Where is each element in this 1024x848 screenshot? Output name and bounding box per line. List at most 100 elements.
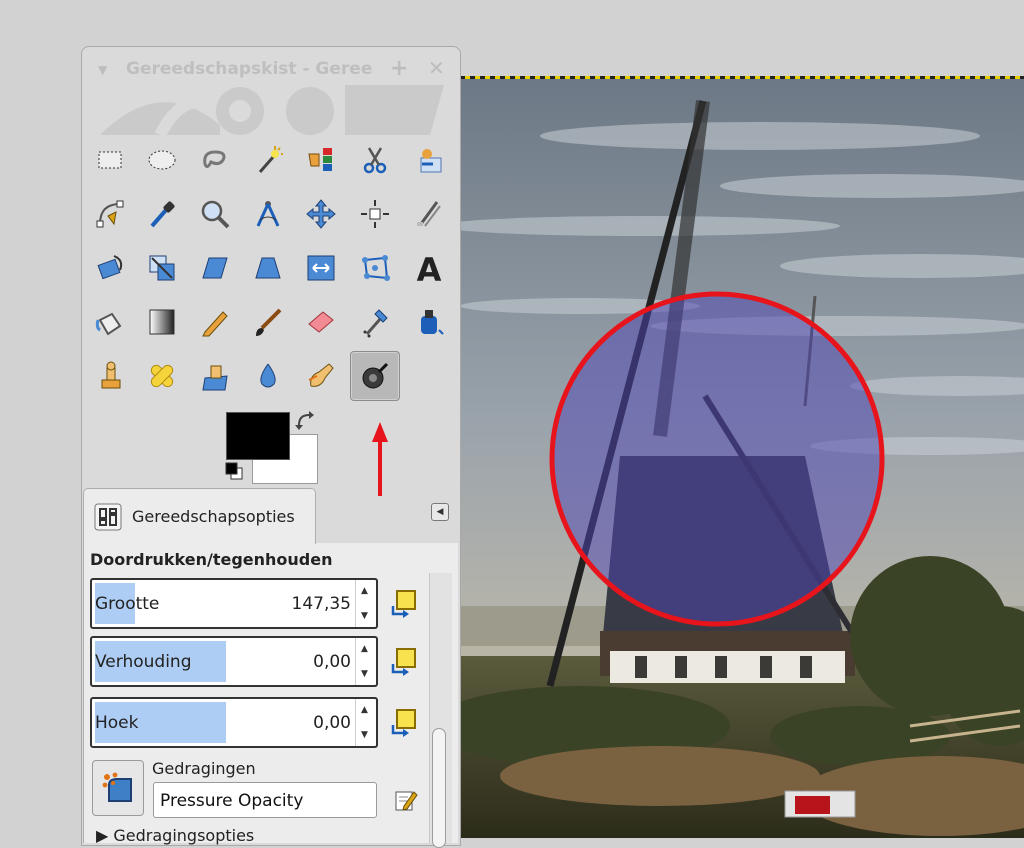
eraser-icon [308, 311, 334, 333]
tool-button[interactable] [85, 135, 135, 185]
dynamics-icon [102, 772, 132, 802]
spin-arrows[interactable]: ▲ ▼ [355, 580, 376, 627]
dynamics-field[interactable]: Pressure Opacity [153, 782, 377, 818]
tool-button[interactable] [85, 297, 135, 347]
crop-icon [417, 201, 441, 227]
spin-up-icon[interactable]: ▲ [361, 705, 368, 715]
chevron-down-icon[interactable]: ▼ [98, 63, 107, 77]
tool-button[interactable] [296, 351, 346, 401]
tool-button[interactable] [350, 351, 400, 401]
spin-scale-field[interactable]: Verhouding 0,00 ▲ ▼ [90, 636, 378, 687]
bucket-fill-icon [95, 312, 122, 336]
tool-button[interactable] [190, 243, 240, 293]
dynamics-options-label: Gedragingsopties [113, 826, 255, 845]
options-scrollbar-thumb[interactable] [432, 728, 446, 848]
image-canvas[interactable] [460, 76, 1024, 838]
reset-value-icon[interactable] [389, 646, 419, 676]
spin-down-icon[interactable]: ▼ [361, 730, 368, 740]
spin-scale-field[interactable]: Grootte 147,35 ▲ ▼ [90, 578, 378, 629]
tool-button[interactable] [350, 297, 400, 347]
tool-button[interactable] [350, 243, 400, 293]
move-icon [306, 199, 336, 229]
tool-button[interactable] [243, 297, 293, 347]
tool-button[interactable] [404, 297, 454, 347]
tool-button[interactable] [296, 297, 346, 347]
pencil-icon [202, 311, 228, 337]
tool-button[interactable] [296, 189, 346, 239]
spin-scale-value[interactable]: 0,00 [313, 713, 351, 733]
tool-button[interactable] [190, 189, 240, 239]
tool-button[interactable] [243, 189, 293, 239]
reset-value-icon[interactable] [389, 707, 419, 737]
tool-button[interactable] [137, 135, 187, 185]
tool-button[interactable] [243, 351, 293, 401]
tool-button[interactable] [137, 243, 187, 293]
tool-button[interactable] [137, 351, 187, 401]
spin-scale-label: Grootte [95, 594, 160, 614]
align-icon [361, 200, 389, 228]
dock-menu-button[interactable]: ◀ [431, 503, 449, 521]
swap-colors-icon[interactable] [295, 411, 317, 433]
red-arrow-annotation [372, 422, 388, 496]
flip-icon [307, 255, 335, 281]
blur-sharpen-icon [260, 363, 276, 388]
tool-button[interactable] [296, 135, 346, 185]
tool-button[interactable] [85, 351, 135, 401]
spin-scale-value[interactable]: 0,00 [313, 652, 351, 672]
svg-text:A: A [417, 252, 442, 284]
canvas-boundary [460, 76, 1024, 79]
spin-scale-value[interactable]: 147,35 [292, 594, 351, 614]
close-icon[interactable]: ✕ [428, 56, 445, 80]
tool-button[interactable] [137, 297, 187, 347]
tool-button[interactable] [190, 351, 240, 401]
foreground-color-swatch[interactable] [226, 412, 290, 460]
rotate-icon [97, 255, 123, 280]
tool-button[interactable] [350, 135, 400, 185]
spin-down-icon[interactable]: ▼ [361, 611, 368, 621]
tool-button[interactable] [243, 135, 293, 185]
tool-button[interactable] [296, 243, 346, 293]
spin-down-icon[interactable]: ▼ [361, 669, 368, 679]
wilber-drop-zone[interactable] [100, 85, 444, 135]
tool-button[interactable] [190, 135, 240, 185]
blend-icon [149, 309, 175, 335]
spin-arrows[interactable]: ▲ ▼ [355, 638, 376, 685]
tab-tool-options-label: Gereedschapsopties [132, 507, 295, 526]
section-title: Doordrukken/tegenhouden [90, 550, 333, 569]
free-select-icon [203, 150, 226, 169]
spin-scale-label: Verhouding [95, 652, 192, 672]
zoom-icon [201, 200, 230, 229]
tool-button[interactable] [137, 189, 187, 239]
tool-options-icon [94, 503, 122, 531]
dynamics-options-expander[interactable]: ▶ Gedragingsopties [96, 826, 254, 845]
scissors-select-icon [363, 147, 387, 174]
dynamics-button[interactable] [92, 760, 144, 816]
tool-button[interactable] [350, 189, 400, 239]
spin-scale-field[interactable]: Hoek 0,00 ▲ ▼ [90, 697, 378, 748]
tool-button[interactable] [404, 135, 454, 185]
tool-button[interactable] [190, 297, 240, 347]
dodge-burn-icon [362, 362, 389, 389]
edit-dynamics-icon[interactable] [394, 788, 418, 812]
select-by-color-icon [308, 148, 332, 171]
tool-button[interactable] [85, 189, 135, 239]
spin-arrows[interactable]: ▲ ▼ [355, 699, 376, 746]
default-colors-icon[interactable] [225, 462, 243, 480]
spin-up-icon[interactable]: ▲ [361, 644, 368, 654]
tool-button[interactable] [85, 243, 135, 293]
scale-icon [149, 255, 175, 281]
spin-scale-label: Hoek [95, 713, 139, 733]
paintbrush-icon [256, 308, 282, 336]
tab-tool-options[interactable]: Gereedschapsopties [83, 488, 316, 544]
heal-icon [150, 364, 174, 388]
tool-button[interactable] [243, 243, 293, 293]
measure-icon [256, 201, 280, 227]
spin-up-icon[interactable]: ▲ [361, 586, 368, 596]
pin-icon[interactable]: + [390, 56, 408, 81]
airbrush-icon [363, 309, 388, 338]
reset-value-icon[interactable] [389, 588, 419, 618]
foreground-select-icon [420, 149, 442, 173]
tool-button[interactable]: A [404, 243, 454, 293]
tool-button[interactable] [404, 189, 454, 239]
window-title: Gereedschapskist - Geree [126, 59, 373, 79]
